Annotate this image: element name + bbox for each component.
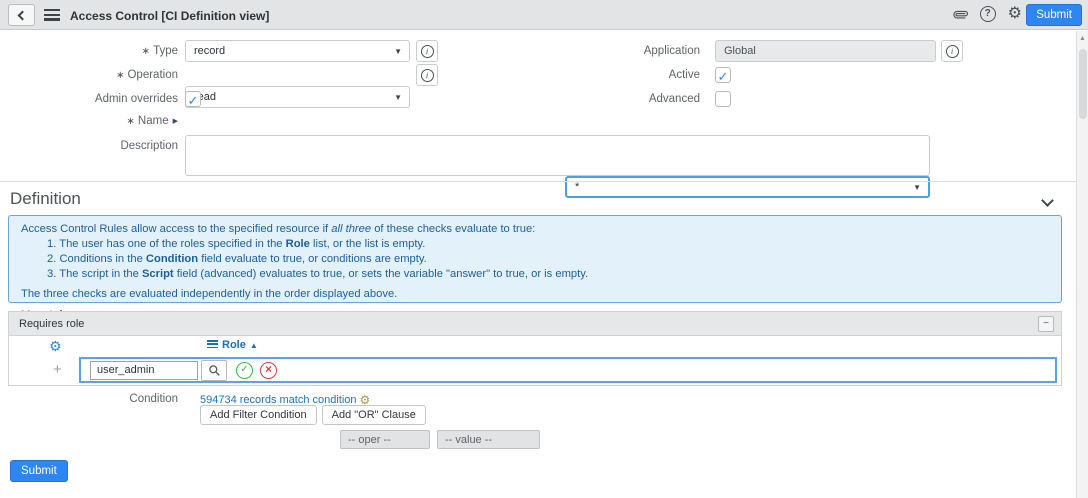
role-reference-input[interactable]	[90, 361, 198, 380]
checkmark-icon: ✓	[718, 69, 729, 84]
requires-role-header: Requires role −	[9, 312, 1061, 336]
type-select[interactable]: record ▼	[185, 40, 410, 62]
condition-buttons-row: Add Filter Condition Add "OR" Clause	[200, 405, 426, 425]
operation-field-label: ∗Operation	[0, 64, 178, 87]
info-icon: i	[421, 69, 434, 82]
dropdown-arrow-icon: ▼	[394, 41, 402, 62]
requires-role-panel: Requires role − ⚙ Role ▲ + ✓	[8, 311, 1062, 386]
info-rule-1: 1. The user has one of the roles specifi…	[21, 238, 1049, 251]
submit-button-footer[interactable]: Submit	[10, 460, 68, 482]
dependent-field-arrow-icon: ▶	[173, 118, 178, 125]
search-icon	[208, 364, 221, 377]
application-input[interactable]	[715, 40, 936, 62]
submit-button-header[interactable]: Submit	[1026, 4, 1082, 26]
condition-field-label: Condition	[0, 388, 178, 410]
column-menu-icon	[207, 340, 218, 350]
checkmark-icon: ✓	[188, 93, 199, 108]
name-field-label: ∗Name▶	[0, 110, 178, 133]
role-list-column-header-row: ⚙ Role ▲	[9, 336, 1061, 356]
acl-info-message-box: Access Control Rules allow access to the…	[8, 215, 1062, 303]
role-edit-row: + ✓ ×	[9, 356, 1061, 385]
confirm-check-icon[interactable]: ✓	[236, 362, 253, 379]
description-textarea[interactable]	[185, 135, 930, 176]
list-settings-gear-icon[interactable]: ⚙	[49, 338, 62, 354]
add-row-plus-icon[interactable]: +	[53, 361, 62, 378]
operation-select[interactable]: read▼	[185, 86, 410, 108]
info-intro-line: Access Control Rules allow access to the…	[21, 223, 1049, 236]
info-icon: i	[946, 45, 959, 58]
role-edit-cell: ✓ ×	[79, 357, 1057, 383]
definition-section-header: Definition	[0, 181, 1076, 213]
collapse-minus-button[interactable]: −	[1038, 316, 1054, 332]
access-control-form-page: Access Control [CI Definition view] ? ⚙ …	[0, 0, 1088, 498]
type-field-label: ∗Type	[0, 40, 178, 63]
mandatory-marker: ∗	[127, 116, 135, 127]
active-checkbox[interactable]: ✓	[715, 67, 731, 83]
value-input[interactable]	[437, 430, 540, 449]
scrollbar-thumb[interactable]	[1079, 49, 1087, 119]
application-field-label: Application	[522, 40, 700, 62]
application-info-button[interactable]: i	[941, 40, 963, 62]
info-icon: i	[421, 45, 434, 58]
dropdown-arrow-icon: ▼	[394, 87, 402, 108]
add-or-clause-button[interactable]: Add "OR" Clause	[322, 405, 426, 425]
type-select-value: record	[194, 45, 225, 57]
mandatory-marker: ∗	[142, 46, 150, 57]
info-rule-3: 3. The script in the Script field (advan…	[21, 268, 1049, 281]
form-header-bar: Access Control [CI Definition view] ? ⚙ …	[0, 0, 1088, 30]
chevron-left-icon	[18, 11, 28, 21]
help-icon[interactable]: ?	[980, 6, 996, 22]
definition-section-title: Definition	[0, 182, 1076, 209]
cancel-x-icon[interactable]: ×	[260, 362, 277, 379]
role-column-header[interactable]: Role ▲	[207, 339, 258, 351]
description-field-label: Description	[0, 135, 178, 157]
back-button[interactable]	[8, 4, 35, 26]
vertical-scrollbar[interactable]: ▲	[1076, 31, 1088, 498]
admin-overrides-checkbox[interactable]: ✓	[185, 91, 201, 107]
type-info-button[interactable]: i	[416, 40, 438, 62]
advanced-field-label: Advanced	[522, 88, 700, 110]
admin-overrides-field-label: Admin overrides	[0, 88, 178, 110]
requires-role-title: Requires role	[9, 312, 1061, 336]
active-field-label: Active	[522, 64, 700, 86]
context-menu-icon[interactable]	[44, 9, 60, 21]
role-column-label: Role	[222, 339, 246, 351]
attachment-paperclip-icon[interactable]	[953, 6, 968, 22]
mandatory-marker: ∗	[116, 70, 124, 81]
sort-ascending-icon: ▲	[250, 341, 258, 350]
reference-lookup-button[interactable]	[201, 360, 227, 381]
page-title: Access Control [CI Definition view]	[70, 9, 269, 23]
add-filter-condition-button[interactable]: Add Filter Condition	[200, 405, 317, 425]
advanced-checkbox[interactable]	[715, 91, 731, 107]
scrollbar-up-arrow-icon[interactable]: ▲	[1077, 35, 1088, 42]
operation-info-button[interactable]: i	[416, 64, 438, 86]
info-rule-2: 2. Conditions in the Condition field eva…	[21, 253, 1049, 266]
settings-gear-icon[interactable]: ⚙	[1008, 5, 1022, 23]
info-footer-line: The three checks are evaluated independe…	[21, 288, 1049, 301]
operator-input[interactable]	[340, 430, 430, 449]
